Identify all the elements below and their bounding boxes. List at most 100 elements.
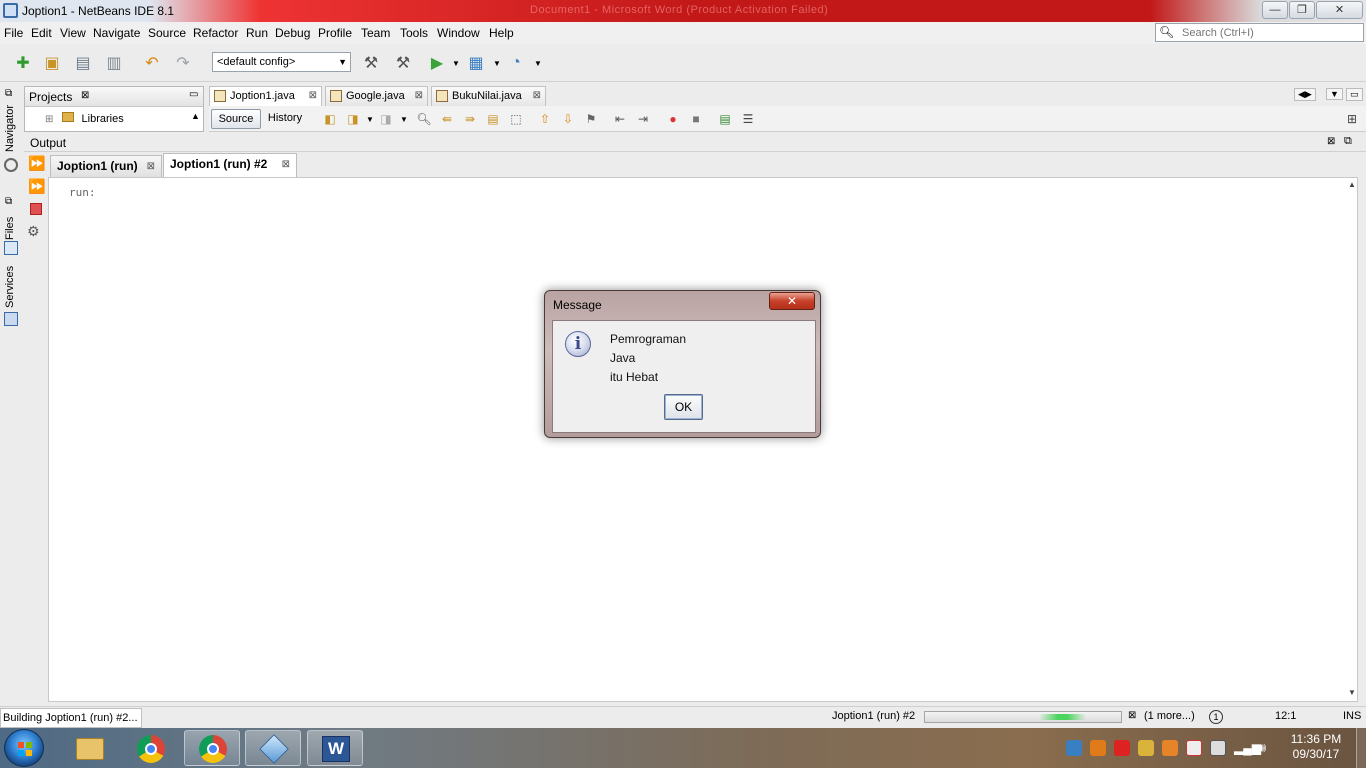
menu-view[interactable]: View — [60, 26, 86, 40]
maximize-editor-icon[interactable]: ▭ — [1346, 88, 1363, 101]
minimize-panel-icon[interactable]: ▭ — [189, 89, 198, 100]
source-button[interactable]: Source — [211, 109, 261, 129]
clean-build-icon[interactable]: ⚒ — [392, 52, 414, 74]
find-previous-icon[interactable]: ⇚ — [438, 110, 456, 128]
tab-list-icon[interactable]: ▼ — [1326, 88, 1343, 100]
maximize-button[interactable]: ❐ — [1289, 1, 1315, 19]
menu-window[interactable]: Window — [437, 26, 480, 40]
find-next-icon[interactable]: ⇛ — [461, 110, 479, 128]
output-console[interactable]: run: — [48, 177, 1358, 702]
close-icon[interactable]: ⊠ — [81, 90, 89, 101]
forward-dropdown-icon[interactable]: ▼ — [395, 110, 413, 128]
tray-app-icon[interactable] — [1162, 740, 1178, 756]
tray-antivirus-icon[interactable] — [1114, 740, 1130, 756]
profile-dropdown-icon[interactable]: ▼ — [527, 52, 549, 74]
new-file-icon[interactable]: ✚ — [12, 52, 34, 74]
menu-debug[interactable]: Debug — [275, 26, 310, 40]
file-explorer-icon[interactable] — [62, 730, 118, 766]
shift-right-icon[interactable]: ⇥ — [634, 110, 652, 128]
close-icon[interactable]: ⊠ — [533, 87, 541, 105]
expand-icon[interactable]: ⊞ — [45, 114, 53, 125]
record-macro-icon[interactable]: ● — [664, 110, 682, 128]
projects-tab[interactable]: Projects ⊠ ▭ — [25, 87, 203, 107]
files-icon[interactable] — [4, 241, 18, 255]
tray-app-icon[interactable] — [1090, 740, 1106, 756]
redo-icon[interactable]: ↷ — [172, 52, 194, 74]
tree-item-libraries[interactable]: ⊞ Libraries — [45, 112, 124, 125]
tray-power-icon[interactable] — [1210, 740, 1226, 756]
history-button[interactable]: History — [265, 109, 305, 129]
tab-joption1-java[interactable]: Joption1.java ⊠ — [209, 86, 322, 106]
menu-team[interactable]: Team — [361, 26, 390, 40]
toggle-bookmark-icon[interactable]: ⚑ — [582, 110, 600, 128]
ok-button[interactable]: OK — [664, 394, 703, 420]
menu-source[interactable]: Source — [148, 26, 186, 40]
start-button[interactable] — [4, 729, 44, 767]
notifications-icon[interactable]: 1 — [1209, 710, 1223, 724]
navigator-icon[interactable] — [4, 158, 18, 172]
last-edit-icon[interactable]: ◧ — [321, 110, 339, 128]
more-tasks-link[interactable]: (1 more...) — [1144, 710, 1195, 722]
new-project-icon[interactable]: ▣ — [41, 52, 63, 74]
cancel-task-icon[interactable]: ⊠ — [1128, 710, 1136, 721]
tab-output-run-2[interactable]: Joption1 (run) #2 ⊠ — [163, 153, 297, 177]
tray-flag-icon[interactable] — [1186, 740, 1202, 756]
restore-icon[interactable]: ⧉ — [5, 196, 12, 207]
menu-run[interactable]: Run — [246, 26, 268, 40]
close-icon[interactable]: ⊠ — [282, 155, 290, 175]
find-icon[interactable]: 🔍︎ — [415, 110, 433, 128]
minimize-button[interactable]: — — [1262, 1, 1288, 19]
tray-app-icon[interactable] — [1138, 740, 1154, 756]
show-desktop-button[interactable] — [1356, 728, 1366, 768]
stop-macro-icon[interactable]: ■ — [687, 110, 705, 128]
menu-edit[interactable]: Edit — [31, 26, 52, 40]
restore-icon[interactable]: ⧉ — [5, 88, 12, 99]
services-icon[interactable] — [4, 312, 18, 326]
chrome-icon[interactable] — [184, 730, 240, 766]
tab-google-java[interactable]: Google.java ⊠ — [325, 86, 428, 106]
split-editor-icon[interactable]: ⊞ — [1343, 110, 1361, 128]
menu-file[interactable]: File — [4, 26, 23, 40]
next-bookmark-icon[interactable]: ⇩ — [559, 110, 577, 128]
clock[interactable]: 11:36 PM 09/30/17 — [1284, 732, 1348, 762]
tab-output-run[interactable]: Joption1 (run) ⊠ — [50, 155, 162, 177]
open-project-icon[interactable]: ▤ — [72, 52, 94, 74]
save-all-icon[interactable]: ▥ — [103, 52, 125, 74]
rerun-icon[interactable]: ⏩ — [28, 155, 45, 172]
uncomment-icon[interactable]: ☰ — [739, 110, 757, 128]
prev-bookmark-icon[interactable]: ⇧ — [536, 110, 554, 128]
scroll-left-icon[interactable]: ◀▶ — [1294, 88, 1316, 101]
menu-refactor[interactable]: Refactor — [193, 26, 238, 40]
debug-icon[interactable]: ▦ — [465, 52, 487, 74]
rect-select-icon[interactable]: ⬚ — [507, 110, 525, 128]
build-icon[interactable]: ⚒ — [360, 52, 382, 74]
scroll-up-icon[interactable]: ▲ — [191, 111, 200, 121]
menu-help[interactable]: Help — [489, 26, 514, 40]
rerun-with-options-icon[interactable]: ⏩ — [28, 178, 45, 195]
close-icon[interactable]: ⊠ — [1327, 136, 1335, 147]
menu-navigate[interactable]: Navigate — [93, 26, 140, 40]
restore-icon[interactable]: ⧉ — [1344, 135, 1352, 148]
search-field[interactable]: 🔍︎ — [1155, 23, 1364, 42]
close-icon[interactable]: ⊠ — [147, 157, 155, 177]
scroll-down-icon[interactable]: ▼ — [1346, 688, 1358, 697]
search-input[interactable] — [1182, 25, 1360, 40]
services-tab[interactable]: Services — [4, 266, 16, 308]
navigator-tab[interactable]: Navigator — [4, 105, 16, 152]
netbeans-icon[interactable] — [245, 730, 301, 766]
files-tab[interactable]: Files — [4, 217, 16, 240]
shift-left-icon[interactable]: ⇤ — [611, 110, 629, 128]
network-icon[interactable]: ▂▄▆ — [1234, 740, 1261, 756]
volume-icon[interactable]: 🔊︎ — [1258, 740, 1274, 756]
close-icon[interactable]: ⊠ — [309, 87, 317, 105]
comment-icon[interactable]: ▤ — [716, 110, 734, 128]
profile-icon[interactable]: ◔ — [505, 52, 527, 74]
stop-icon[interactable] — [30, 203, 42, 215]
vertical-scrollbar[interactable]: ▲ ▼ — [1346, 180, 1358, 700]
chrome-icon[interactable] — [123, 730, 179, 766]
run-dropdown-icon[interactable]: ▼ — [445, 52, 467, 74]
close-button[interactable]: ✕ — [1316, 1, 1363, 19]
undo-icon[interactable]: ↶ — [141, 52, 163, 74]
menu-profile[interactable]: Profile — [318, 26, 352, 40]
word-icon[interactable]: W — [307, 730, 363, 766]
